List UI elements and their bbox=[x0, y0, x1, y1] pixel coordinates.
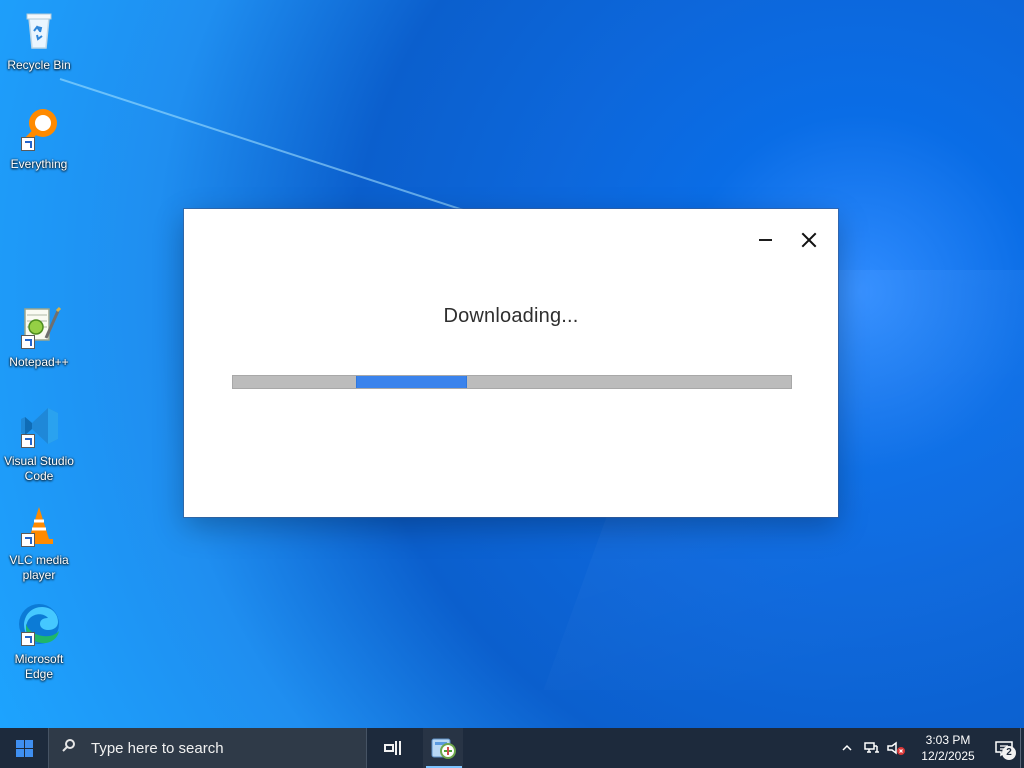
recycle-bin-icon bbox=[15, 6, 63, 54]
search-icon bbox=[61, 739, 79, 757]
vlc-icon bbox=[15, 501, 63, 549]
installer-app-icon bbox=[431, 738, 456, 759]
everything-icon bbox=[15, 105, 63, 153]
show-desktop-button[interactable] bbox=[1020, 728, 1024, 768]
task-view-button[interactable] bbox=[376, 728, 408, 768]
desktop-icon-label: Notepad++ bbox=[9, 355, 69, 369]
close-button[interactable] bbox=[793, 225, 825, 255]
windows-logo-icon bbox=[15, 739, 33, 757]
edge-icon bbox=[15, 600, 63, 648]
clock-time: 3:03 PM bbox=[925, 733, 971, 747]
taskbar: 3:03 PM 12/2/2025 2 bbox=[0, 728, 1024, 768]
volume-muted-icon bbox=[887, 741, 905, 755]
desktop-icon-visual-studio-code[interactable]: Visual Studio Code bbox=[4, 402, 74, 484]
desktop-icon-notepad-plus-plus[interactable]: Notepad++ bbox=[4, 303, 74, 370]
show-hidden-icons-button[interactable] bbox=[836, 728, 858, 768]
shortcut-arrow-icon bbox=[21, 137, 35, 151]
notepad-plus-plus-icon bbox=[15, 303, 63, 351]
notifications-button[interactable]: 2 bbox=[983, 728, 1024, 768]
desktop-icon-label: VLC media player bbox=[9, 553, 69, 582]
desktop-icon-label: Visual Studio Code bbox=[4, 454, 74, 483]
shortcut-arrow-icon bbox=[21, 335, 35, 349]
download-progress-bar bbox=[232, 375, 792, 389]
system-tray: 3:03 PM 12/2/2025 2 bbox=[832, 728, 1024, 768]
task-view-icon bbox=[383, 741, 401, 755]
shortcut-arrow-icon bbox=[21, 434, 35, 448]
vscode-icon bbox=[15, 402, 63, 450]
clock-date: 12/2/2025 bbox=[921, 749, 975, 763]
minimize-icon bbox=[758, 239, 772, 241]
chevron-up-icon bbox=[842, 744, 852, 751]
download-status-text: Downloading... bbox=[443, 305, 579, 327]
download-progress-fill bbox=[355, 376, 468, 388]
close-icon bbox=[801, 232, 817, 248]
search-input[interactable] bbox=[89, 738, 343, 758]
taskbar-search-box[interactable] bbox=[48, 728, 367, 768]
desktop-icon-label: Recycle Bin bbox=[7, 58, 71, 72]
shortcut-arrow-icon bbox=[21, 533, 35, 547]
notification-count-badge: 2 bbox=[1002, 746, 1016, 760]
desktop-icon-microsoft-edge[interactable]: Microsoft Edge bbox=[4, 600, 74, 682]
minimize-button[interactable] bbox=[749, 225, 781, 255]
taskbar-app-installer[interactable] bbox=[423, 728, 463, 768]
shortcut-arrow-icon bbox=[21, 632, 35, 646]
volume-button[interactable] bbox=[884, 728, 908, 768]
start-button[interactable] bbox=[0, 728, 48, 768]
download-dialog: Downloading... bbox=[184, 209, 838, 517]
clock-button[interactable]: 3:03 PM 12/2/2025 bbox=[911, 728, 985, 768]
desktop-icon-vlc-media-player[interactable]: VLC media player bbox=[4, 501, 74, 583]
desktop-icon-everything[interactable]: Everything bbox=[4, 105, 74, 172]
network-icon bbox=[864, 742, 879, 753]
desktop-icon-label: Microsoft Edge bbox=[14, 652, 64, 681]
desktop-icon-label: Everything bbox=[10, 157, 68, 171]
desktop-icon-recycle-bin[interactable]: Recycle Bin bbox=[4, 6, 74, 73]
network-button[interactable] bbox=[859, 728, 883, 768]
